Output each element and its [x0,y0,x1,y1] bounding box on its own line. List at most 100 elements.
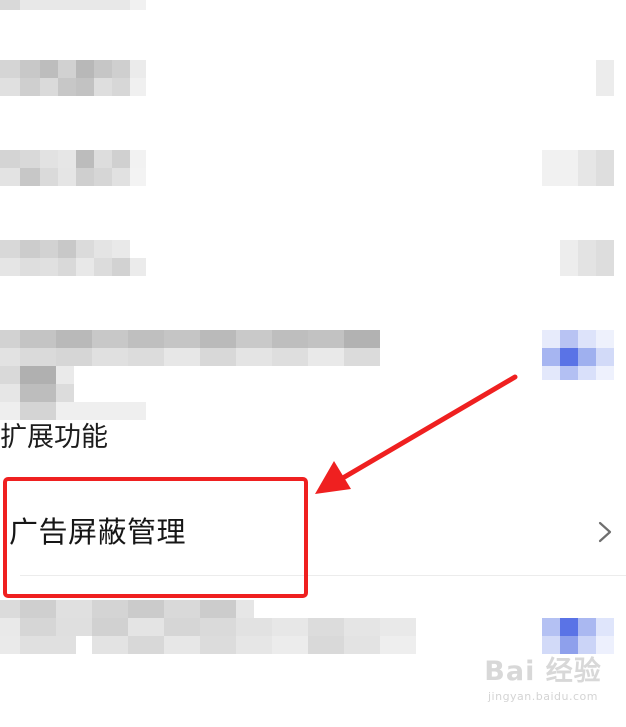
blur-block [112,60,130,78]
blur-block [94,240,112,258]
blur-block [0,618,20,636]
blur-block [130,0,146,10]
blur-block [578,240,596,276]
blurred-row-1[interactable] [0,0,626,12]
extension-functions-label: 扩展功能 [0,422,108,452]
blur-block [236,330,272,348]
blurred-row-4[interactable] [0,240,626,280]
blur-block [130,168,146,186]
blur-block [76,258,94,276]
blur-block [236,618,272,636]
blur-block [58,258,76,276]
blur-block [0,384,20,402]
blur-block [542,636,560,654]
blur-block [272,636,308,654]
blur-block [542,348,560,366]
blur-block [58,78,76,96]
blur-block [596,366,614,380]
blur-block [596,348,614,366]
blur-block [76,240,94,258]
blur-block [40,78,58,96]
blur-block [128,348,164,366]
blur-block [308,348,344,366]
blur-block [560,240,578,276]
blur-block [20,258,40,276]
blur-block [56,348,92,366]
blur-block [578,366,596,380]
blur-block [0,78,20,96]
blur-block [128,600,164,618]
blur-block [128,636,164,654]
blur-block [58,240,76,258]
blur-block [58,60,76,78]
blur-block [58,168,76,186]
blur-block [344,348,380,366]
blur-block [76,60,94,78]
chevron-right-icon [598,521,612,543]
blur-block [128,330,164,348]
blur-block [0,348,20,366]
blur-block [0,240,20,258]
blur-block [272,618,308,636]
blur-block [112,150,130,168]
blur-block [578,330,596,348]
blur-block [56,330,92,348]
blur-block [308,330,344,348]
blur-block [272,348,308,366]
blur-block [236,636,272,654]
blur-block [164,600,200,618]
blur-block [200,618,236,636]
blur-block [130,258,146,276]
blur-block [0,366,20,384]
blur-block [596,240,614,276]
blur-block [0,600,20,618]
blur-block [200,636,236,654]
blur-block [596,330,614,348]
blur-block [164,618,200,636]
blur-block [560,636,578,654]
watermark-sub-text: jingyan.baidu.com [487,690,598,703]
blur-block [542,618,560,636]
blurred-row-3[interactable] [0,150,626,190]
blur-block [380,636,416,654]
blur-block [20,240,40,258]
blur-block [0,0,20,10]
blur-block [578,618,596,636]
blur-block [20,636,76,654]
blur-block [344,636,380,654]
blur-block [94,168,112,186]
blur-block [20,0,130,10]
blurred-row-5[interactable] [0,330,626,420]
baidu-jingyan-watermark: Bai 经验 jingyan.baidu.com [478,655,608,717]
annotation-highlight-box [3,477,308,598]
blur-block [56,384,74,402]
blur-block [200,348,236,366]
blur-block [344,618,380,636]
blur-block [200,600,236,618]
blur-block [130,150,146,168]
blur-block [56,366,74,384]
blur-block [20,348,56,366]
blur-block [94,258,112,276]
blur-block [112,168,130,186]
blur-block [40,150,58,168]
blur-block [542,150,578,186]
blur-block [560,366,578,380]
blur-block [578,150,596,186]
blur-block [94,60,112,78]
blur-block [76,168,94,186]
blur-block [130,78,146,96]
blur-block [20,600,56,618]
blur-block [92,600,128,618]
blurred-row-2[interactable] [0,60,626,100]
blur-block [76,78,94,96]
blur-block [58,150,76,168]
blur-block [596,636,614,654]
blur-block [596,618,614,636]
blur-block [20,384,56,402]
watermark-main-text: Bai 经验 [484,656,602,687]
blur-block [236,348,272,366]
blur-block [56,618,92,636]
blur-block [542,330,560,348]
blur-block [112,78,130,96]
